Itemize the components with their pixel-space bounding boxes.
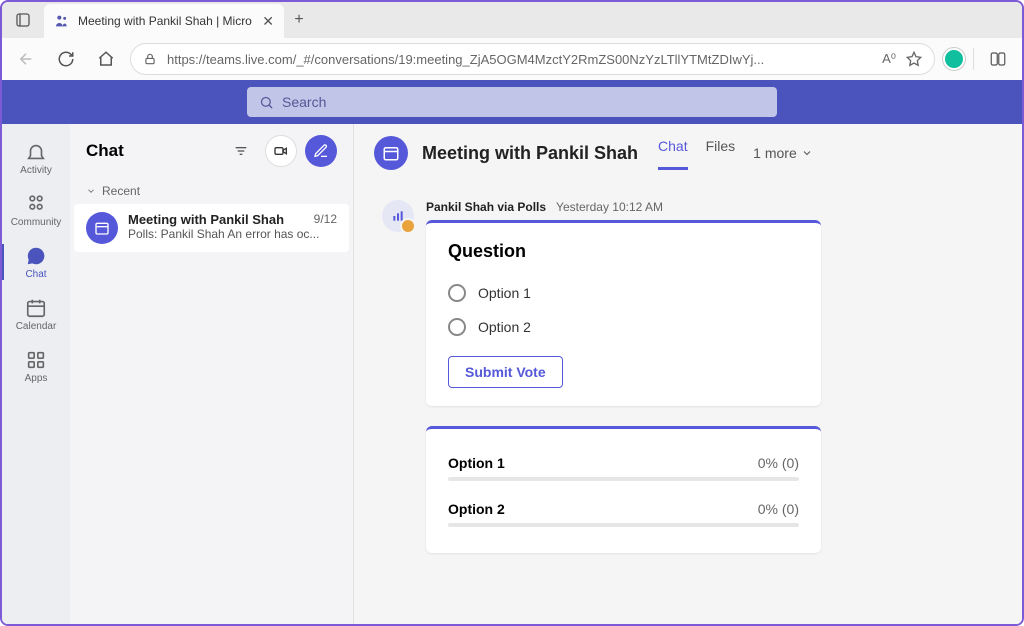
url-text: https://teams.live.com/_#/conversations/…: [167, 52, 872, 67]
progress-bar: [448, 523, 799, 527]
search-placeholder: Search: [282, 94, 326, 110]
titlebar: Meeting with Pankil Shah | Micro ✕ +: [2, 2, 1022, 38]
tab-actions-icon[interactable]: [2, 2, 44, 38]
tab-title: Meeting with Pankil Shah | Micro: [78, 14, 254, 28]
search-icon: [259, 95, 274, 110]
rail-activity[interactable]: Activity: [2, 132, 70, 184]
close-tab-icon[interactable]: ✕: [262, 13, 274, 30]
browser-tab[interactable]: Meeting with Pankil Shah | Micro ✕: [44, 4, 284, 38]
message-meta: Pankil Shah via PollsYesterday 10:12 AM: [426, 200, 821, 214]
progress-bar: [448, 477, 799, 481]
chevron-down-icon: [86, 186, 96, 196]
teams-header: Search: [2, 80, 1022, 124]
app-rail: Activity Community Chat Calendar Apps: [2, 124, 70, 624]
browser-window: Meeting with Pankil Shah | Micro ✕ + htt…: [0, 0, 1024, 626]
poll-card: Question Option 1 Option 2 Submit Vote: [426, 220, 821, 406]
conversation-header: Meeting with Pankil Shah Chat Files 1 mo…: [354, 124, 1022, 182]
chat-list-title: Chat: [86, 141, 217, 161]
chevron-down-icon: [801, 147, 813, 159]
home-button[interactable]: [90, 43, 122, 75]
back-button[interactable]: [10, 43, 42, 75]
section-recent[interactable]: Recent: [70, 178, 353, 204]
submit-vote-button[interactable]: Submit Vote: [448, 356, 563, 388]
browser-toolbar: https://teams.live.com/_#/conversations/…: [2, 38, 1022, 80]
conversation-panel: Meeting with Pankil Shah Chat Files 1 mo…: [354, 124, 1022, 624]
chat-list-header: Chat: [70, 124, 353, 178]
polls-app-icon: [382, 200, 414, 232]
search-input[interactable]: Search: [247, 87, 777, 117]
favorite-icon[interactable]: [906, 51, 922, 67]
poll-question: Question: [448, 241, 799, 262]
rail-community[interactable]: Community: [2, 184, 70, 236]
lock-icon: [143, 52, 157, 66]
tab-more[interactable]: 1 more: [753, 138, 813, 168]
filter-button[interactable]: [225, 135, 257, 167]
new-chat-button[interactable]: [305, 135, 337, 167]
chat-item[interactable]: Meeting with Pankil Shah 9/12 Polls: Pan…: [74, 204, 349, 252]
new-tab-button[interactable]: +: [284, 11, 314, 29]
tab-chat[interactable]: Chat: [658, 138, 688, 168]
chat-item-date: 9/12: [314, 212, 337, 227]
poll-option-1[interactable]: Option 1: [448, 276, 799, 310]
read-aloud-icon[interactable]: A⁰: [882, 51, 896, 67]
tab-files[interactable]: Files: [706, 138, 736, 168]
chat-item-name: Meeting with Pankil Shah: [128, 212, 284, 227]
poll-results-card: Option 10% (0) Option 20% (0): [426, 426, 821, 553]
rail-calendar[interactable]: Calendar: [2, 288, 70, 340]
result-row: Option 20% (0): [448, 491, 799, 537]
poll-option-2[interactable]: Option 2: [448, 310, 799, 344]
calendar-icon: [86, 212, 118, 244]
chat-list-panel: Chat Recent Meeting with Pankil Shah 9/1…: [70, 124, 354, 624]
split-screen-icon[interactable]: [982, 43, 1014, 75]
teams-favicon-icon: [54, 13, 70, 29]
radio-icon: [448, 284, 466, 302]
refresh-button[interactable]: [50, 43, 82, 75]
calendar-icon: [374, 136, 408, 170]
meet-now-button[interactable]: [265, 135, 297, 167]
rail-chat[interactable]: Chat: [2, 236, 70, 288]
rail-apps[interactable]: Apps: [2, 340, 70, 392]
address-bar[interactable]: https://teams.live.com/_#/conversations/…: [130, 43, 935, 75]
radio-icon: [448, 318, 466, 336]
messages-area[interactable]: Pankil Shah via PollsYesterday 10:12 AM …: [354, 182, 1022, 624]
result-row: Option 10% (0): [448, 445, 799, 491]
teams-app: Search Activity Community Chat: [2, 80, 1022, 624]
conversation-title: Meeting with Pankil Shah: [422, 143, 638, 164]
profile-button[interactable]: [943, 48, 965, 70]
chat-item-preview: Polls: Pankil Shah An error has oc...: [128, 227, 337, 241]
